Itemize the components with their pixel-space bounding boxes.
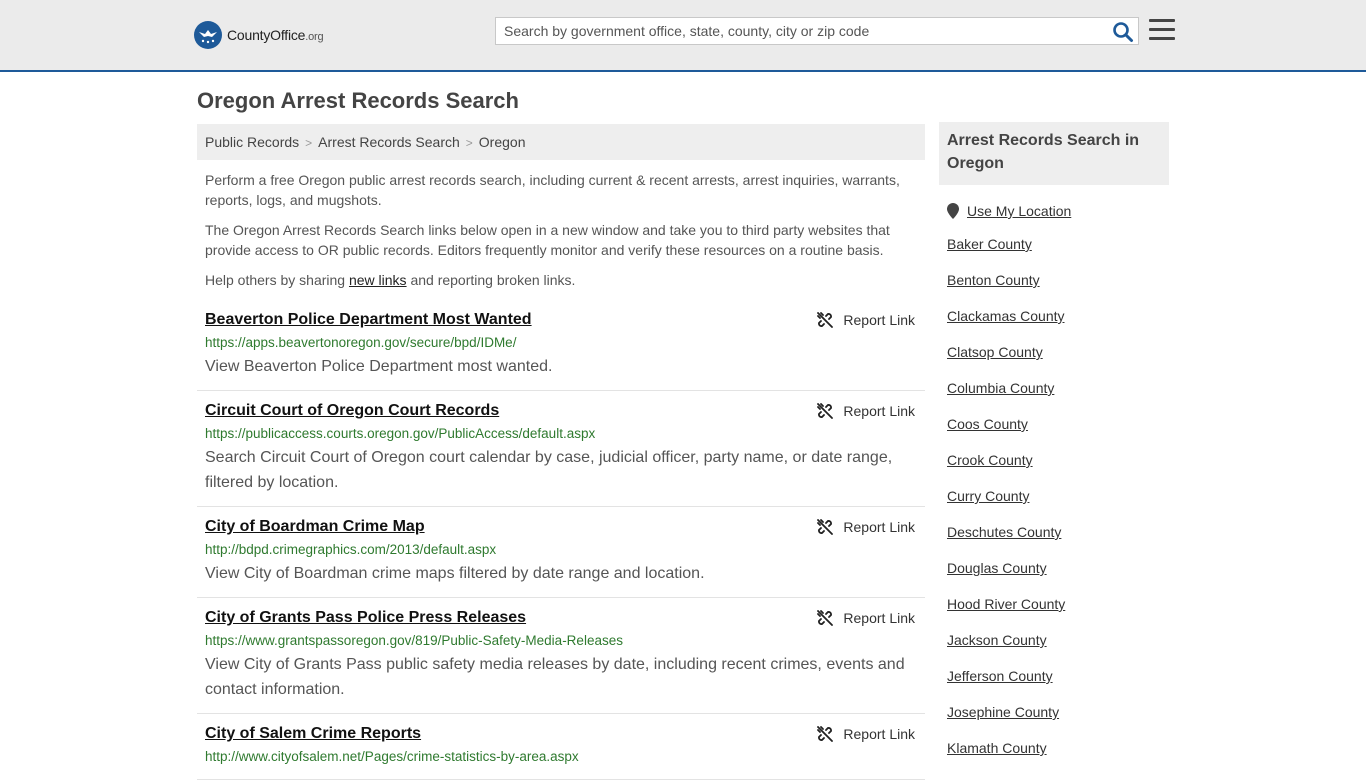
broken-link-icon <box>817 726 834 742</box>
location-pin-icon <box>947 203 959 219</box>
sidebar-title: Arrest Records Search in Oregon <box>939 122 1169 185</box>
county-item: Jefferson County <box>947 666 1169 687</box>
county-item: Baker County <box>947 234 1169 255</box>
county-item: Josephine County <box>947 702 1169 723</box>
result-description: View City of Grants Pass public safety m… <box>205 656 905 698</box>
county-item: Clatsop County <box>947 342 1169 363</box>
county-item: Douglas County <box>947 558 1169 579</box>
breadcrumb-public-records[interactable]: Public Records <box>205 134 299 150</box>
county-link-benton[interactable]: Benton County <box>947 272 1040 288</box>
result-description: View Beaverton Police Department most wa… <box>205 358 553 375</box>
new-links-link[interactable]: new links <box>349 272 407 288</box>
county-item: Hood River County <box>947 594 1169 615</box>
site-logo[interactable]: CountyOffice.org <box>194 20 324 50</box>
logo-text: CountyOffice.org <box>227 27 324 43</box>
report-link-button[interactable]: Report Link <box>817 403 915 419</box>
search-input[interactable] <box>496 18 1104 44</box>
result-url: https://apps.beavertonoregon.gov/secure/… <box>205 335 517 350</box>
intro-paragraph-1: Perform a free Oregon public arrest reco… <box>205 172 900 208</box>
result-url: https://publicaccess.courts.oregon.gov/P… <box>205 426 596 441</box>
breadcrumb-oregon[interactable]: Oregon <box>479 134 526 150</box>
report-link-button[interactable]: Report Link <box>817 610 915 626</box>
county-link-clackamas[interactable]: Clackamas County <box>947 308 1065 324</box>
county-item: Deschutes County <box>947 522 1169 543</box>
county-link-clatsop[interactable]: Clatsop County <box>947 344 1043 360</box>
broken-link-icon <box>817 312 834 328</box>
county-link-josephine[interactable]: Josephine County <box>947 704 1059 720</box>
county-link-hood-river[interactable]: Hood River County <box>947 596 1065 612</box>
county-link-crook[interactable]: Crook County <box>947 452 1033 468</box>
result-item: City of Salem Crime Reports http://www.c… <box>197 714 925 780</box>
results-list: Beaverton Police Department Most Wanted … <box>197 300 925 780</box>
result-url: http://www.cityofsalem.net/Pages/crime-s… <box>205 749 579 764</box>
eagle-seal-icon <box>194 21 222 49</box>
result-item: Beaverton Police Department Most Wanted … <box>197 300 925 391</box>
report-link-button[interactable]: Report Link <box>817 519 915 535</box>
result-item: Circuit Court of Oregon Court Records ht… <box>197 391 925 507</box>
result-description: Search Circuit Court of Oregon court cal… <box>205 449 893 491</box>
county-item: Clackamas County <box>947 306 1169 327</box>
result-title-link[interactable]: Circuit Court of Oregon Court Records <box>205 401 499 421</box>
report-link-button[interactable]: Report Link <box>817 726 915 742</box>
search-box <box>495 17 1139 45</box>
county-list: Baker County Benton County Clackamas Cou… <box>939 234 1169 759</box>
county-item: Jackson County <box>947 630 1169 651</box>
breadcrumb-arrest-records-search[interactable]: Arrest Records Search <box>318 134 460 150</box>
county-item: Benton County <box>947 270 1169 291</box>
result-item: City of Grants Pass Police Press Release… <box>197 598 925 714</box>
broken-link-icon <box>817 610 834 626</box>
result-title-link[interactable]: Beaverton Police Department Most Wanted <box>205 310 532 330</box>
intro-paragraph-2: The Oregon Arrest Records Search links b… <box>205 222 890 258</box>
result-url: http://bdpd.crimegraphics.com/2013/defau… <box>205 542 497 557</box>
use-my-location-link[interactable]: Use My Location <box>967 203 1071 219</box>
result-title-link[interactable]: City of Salem Crime Reports <box>205 724 421 744</box>
result-title-link[interactable]: City of Boardman Crime Map <box>205 517 425 537</box>
county-item: Curry County <box>947 486 1169 507</box>
county-link-columbia[interactable]: Columbia County <box>947 380 1054 396</box>
report-link-button[interactable]: Report Link <box>817 312 915 328</box>
county-item: Klamath County <box>947 738 1169 759</box>
county-item: Coos County <box>947 414 1169 435</box>
page-title: Oregon Arrest Records Search <box>197 88 519 113</box>
search-icon[interactable] <box>1112 21 1134 43</box>
county-link-curry[interactable]: Curry County <box>947 488 1029 504</box>
breadcrumb: Public Records > Arrest Records Search > Ore… <box>197 124 925 160</box>
result-url: https://www.grantspassoregon.gov/819/Pub… <box>205 633 623 648</box>
county-link-baker[interactable]: Baker County <box>947 236 1032 252</box>
result-description: View City of Boardman crime maps filtere… <box>205 565 705 582</box>
county-link-jackson[interactable]: Jackson County <box>947 632 1047 648</box>
county-link-douglas[interactable]: Douglas County <box>947 560 1047 576</box>
sidebar: Arrest Records Search in Oregon Use My L… <box>939 122 1169 759</box>
county-link-coos[interactable]: Coos County <box>947 416 1028 432</box>
broken-link-icon <box>817 519 834 535</box>
result-item: City of Boardman Crime Map http://bdpd.c… <box>197 507 925 598</box>
county-item: Crook County <box>947 450 1169 471</box>
county-item: Columbia County <box>947 378 1169 399</box>
hamburger-menu-icon[interactable] <box>1149 19 1175 43</box>
broken-link-icon <box>817 403 834 419</box>
site-header: CountyOffice.org <box>0 0 1366 72</box>
county-link-deschutes[interactable]: Deschutes County <box>947 524 1061 540</box>
use-my-location[interactable]: Use My Location <box>947 203 1169 219</box>
result-title-link[interactable]: City of Grants Pass Police Press Release… <box>205 608 526 628</box>
county-link-klamath[interactable]: Klamath County <box>947 740 1047 756</box>
chevron-right-icon: > <box>465 136 473 150</box>
intro-text: Perform a free Oregon public arrest reco… <box>205 170 917 300</box>
intro-paragraph-3: Help others by sharing new links and rep… <box>205 272 576 288</box>
chevron-right-icon: > <box>305 136 313 150</box>
county-link-jefferson[interactable]: Jefferson County <box>947 668 1053 684</box>
